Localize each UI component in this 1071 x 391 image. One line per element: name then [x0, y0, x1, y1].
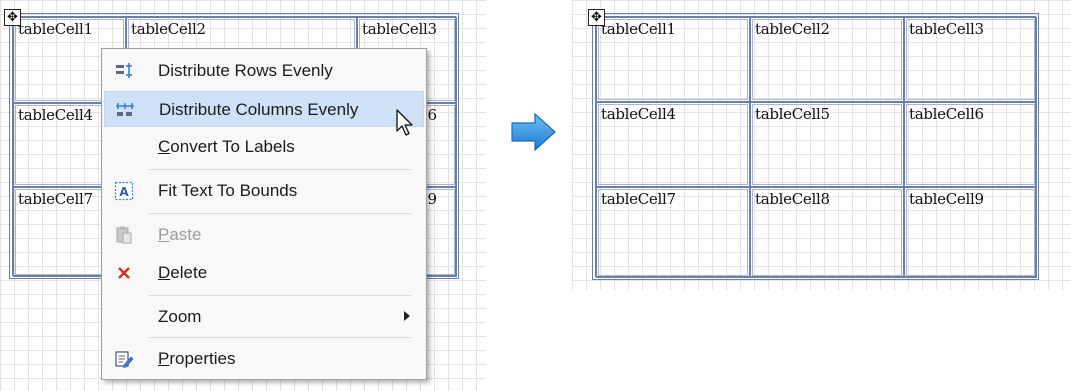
menu-item-label: Distribute Rows Evenly: [158, 61, 333, 80]
menu-separator: [148, 169, 412, 170]
menu-item-distribute-columns[interactable]: Distribute Columns Evenly: [104, 91, 424, 127]
table-cell[interactable]: tableCell4: [596, 102, 750, 187]
menu-item-properties[interactable]: Properties: [104, 341, 424, 377]
fit-text-icon: A: [114, 181, 134, 201]
menu-item-label: Fit Text To Bounds: [158, 181, 298, 200]
menu-item-delete[interactable]: Delete: [104, 255, 424, 291]
menu-item-label: Paste: [158, 225, 202, 244]
table-cell[interactable]: tableCell1: [596, 17, 750, 102]
table-cell[interactable]: tableCell7: [596, 187, 750, 278]
menu-item-paste[interactable]: Paste: [104, 217, 424, 253]
distribute-columns-icon: [116, 103, 134, 116]
properties-icon: [115, 351, 134, 368]
menu-item-fit-text[interactable]: A Fit Text To Bounds: [104, 173, 424, 209]
table-cell[interactable]: tableCell9: [904, 187, 1037, 278]
menu-separator: [148, 213, 412, 214]
menu-separator: [148, 295, 412, 296]
design-surface-after: tableCell1 tableCell2 tableCell3 tableCe…: [572, 0, 1071, 290]
delete-icon: [118, 267, 130, 279]
context-menu: Distribute Rows Evenly Distribute Column…: [101, 48, 427, 380]
menu-item-convert-to-labels[interactable]: Convert To Labels: [104, 129, 424, 165]
distribute-rows-icon: [116, 63, 132, 78]
menu-item-label: Delete: [158, 263, 208, 282]
menu-item-label: Convert To Labels: [158, 137, 295, 156]
menu-item-label: Zoom: [158, 307, 202, 326]
menu-item-distribute-rows[interactable]: Distribute Rows Evenly: [104, 53, 424, 89]
svg-text:A: A: [119, 185, 129, 199]
menu-item-label: Distribute Columns Evenly: [159, 100, 359, 119]
table-move-handle[interactable]: ✥: [588, 9, 605, 26]
submenu-arrow-icon: [404, 311, 410, 321]
arrow-right-icon: [511, 112, 556, 152]
paste-icon: [116, 226, 132, 244]
table-cell[interactable]: tableCell5: [750, 102, 904, 187]
table-cell[interactable]: tableCell8: [750, 187, 904, 278]
table-cell[interactable]: tableCell6: [904, 102, 1037, 187]
table-cell[interactable]: tableCell3: [904, 17, 1037, 102]
table-move-handle[interactable]: ✥: [4, 9, 21, 26]
table-after[interactable]: tableCell1 tableCell2 tableCell3 tableCe…: [592, 13, 1039, 280]
menu-item-label: Properties: [158, 349, 236, 368]
mouse-cursor-icon: [396, 109, 413, 136]
menu-item-zoom[interactable]: Zoom: [104, 299, 424, 335]
menu-separator: [148, 337, 412, 338]
table-cell[interactable]: tableCell2: [750, 17, 904, 102]
